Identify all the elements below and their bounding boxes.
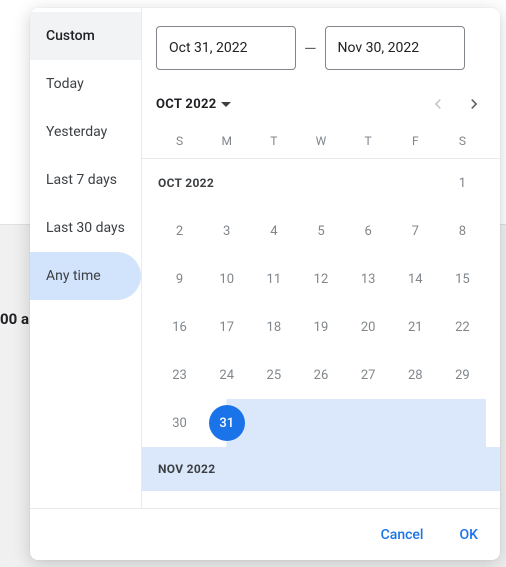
weekday-label: S xyxy=(156,134,203,148)
month-label-text: OCT 2022 xyxy=(156,97,216,112)
calendar-day[interactable]: 11 xyxy=(250,255,297,303)
calendar-day[interactable]: 19 xyxy=(297,303,344,351)
ok-button[interactable]: OK xyxy=(456,519,483,551)
calendar-day[interactable]: 21 xyxy=(392,303,439,351)
preset-last-7-days[interactable]: Last 7 days xyxy=(30,156,141,204)
calendar-cell-in-range xyxy=(345,399,392,447)
range-separator: — xyxy=(304,39,317,58)
calendar-day[interactable]: 3 xyxy=(203,207,250,255)
month-dropdown[interactable]: OCT 2022 xyxy=(156,97,231,112)
chevron-left-icon xyxy=(428,94,448,114)
calendar-scroll[interactable]: OCT 2022 1 2 3 4 5 6 7 8 9 10 11 12 xyxy=(142,159,500,508)
calendar-day[interactable]: 27 xyxy=(345,351,392,399)
month-title: OCT 2022 xyxy=(156,159,297,207)
weekday-label: T xyxy=(345,134,392,148)
preset-yesterday[interactable]: Yesterday xyxy=(30,108,141,156)
weekday-label: W xyxy=(297,134,344,148)
calendar-day[interactable]: 1 xyxy=(439,159,486,207)
calendar-day[interactable]: 9 xyxy=(156,255,203,303)
weekday-label: T xyxy=(250,134,297,148)
calendar-cell-empty xyxy=(345,159,392,207)
calendar-day[interactable]: 24 xyxy=(203,351,250,399)
calendar-day[interactable]: 20 xyxy=(345,303,392,351)
date-inputs-row: — xyxy=(142,8,500,80)
month-title: NOV 2022 xyxy=(156,447,486,491)
calendar-day[interactable]: 14 xyxy=(392,255,439,303)
cancel-button[interactable]: Cancel xyxy=(377,519,428,551)
calendar-day[interactable]: 7 xyxy=(392,207,439,255)
chevron-right-icon xyxy=(464,94,484,114)
start-date-input[interactable] xyxy=(156,26,296,70)
caret-down-icon xyxy=(221,102,231,107)
calendar-day[interactable]: 6 xyxy=(345,207,392,255)
calendar-day[interactable]: 10 xyxy=(203,255,250,303)
calendar-day[interactable]: 23 xyxy=(156,351,203,399)
calendar-day[interactable]: 29 xyxy=(439,351,486,399)
calendar-cell-in-range xyxy=(439,399,486,447)
calendar-day[interactable]: 26 xyxy=(297,351,344,399)
calendar-cell-empty xyxy=(392,159,439,207)
calendar-day[interactable]: 12 xyxy=(297,255,344,303)
preset-custom[interactable]: Custom xyxy=(30,12,141,60)
calendar-day[interactable]: 5 xyxy=(297,207,344,255)
end-date-input[interactable] xyxy=(325,26,465,70)
weekday-label: M xyxy=(203,134,250,148)
month-oct-2022: OCT 2022 1 2 3 4 5 6 7 8 9 10 11 12 xyxy=(142,159,500,447)
calendar-day[interactable]: 4 xyxy=(250,207,297,255)
calendar-day[interactable]: 18 xyxy=(250,303,297,351)
preset-today[interactable]: Today xyxy=(30,60,141,108)
next-month-button[interactable] xyxy=(456,86,492,122)
date-range-popover: Custom Today Yesterday Last 7 days Last … xyxy=(30,8,500,560)
calendar-cell-in-range xyxy=(297,399,344,447)
background-text: 00 a xyxy=(0,310,29,328)
calendar-day[interactable]: 8 xyxy=(439,207,486,255)
preset-any-time[interactable]: Any time xyxy=(30,252,141,300)
calendar-day[interactable]: 13 xyxy=(345,255,392,303)
calendar-day[interactable]: 28 xyxy=(392,351,439,399)
calendar-day[interactable]: 2 xyxy=(156,207,203,255)
weekday-header: S M T W T F S xyxy=(142,126,500,159)
calendar-day-range-start[interactable]: 31 xyxy=(203,399,250,447)
preset-sidebar: Custom Today Yesterday Last 7 days Last … xyxy=(30,8,142,508)
calendar-day[interactable]: 22 xyxy=(439,303,486,351)
calendar-day[interactable]: 30 xyxy=(156,399,203,447)
calendar-day[interactable]: 17 xyxy=(203,303,250,351)
dialog-footer: Cancel OK xyxy=(30,508,500,560)
calendar-panel: — OCT 2022 S M T W xyxy=(142,8,500,508)
calendar-cell-in-range xyxy=(250,399,297,447)
weekday-label: S xyxy=(439,134,486,148)
calendar-day[interactable]: 16 xyxy=(156,303,203,351)
calendar-day[interactable]: 15 xyxy=(439,255,486,303)
preset-last-30-days[interactable]: Last 30 days xyxy=(30,204,141,252)
month-nav-row: OCT 2022 xyxy=(142,80,500,126)
weekday-label: F xyxy=(392,134,439,148)
calendar-cell-in-range xyxy=(392,399,439,447)
calendar-cell-empty xyxy=(297,159,344,207)
calendar-day[interactable]: 25 xyxy=(250,351,297,399)
prev-month-button[interactable] xyxy=(420,86,456,122)
month-nov-title-row: NOV 2022 xyxy=(142,447,500,491)
